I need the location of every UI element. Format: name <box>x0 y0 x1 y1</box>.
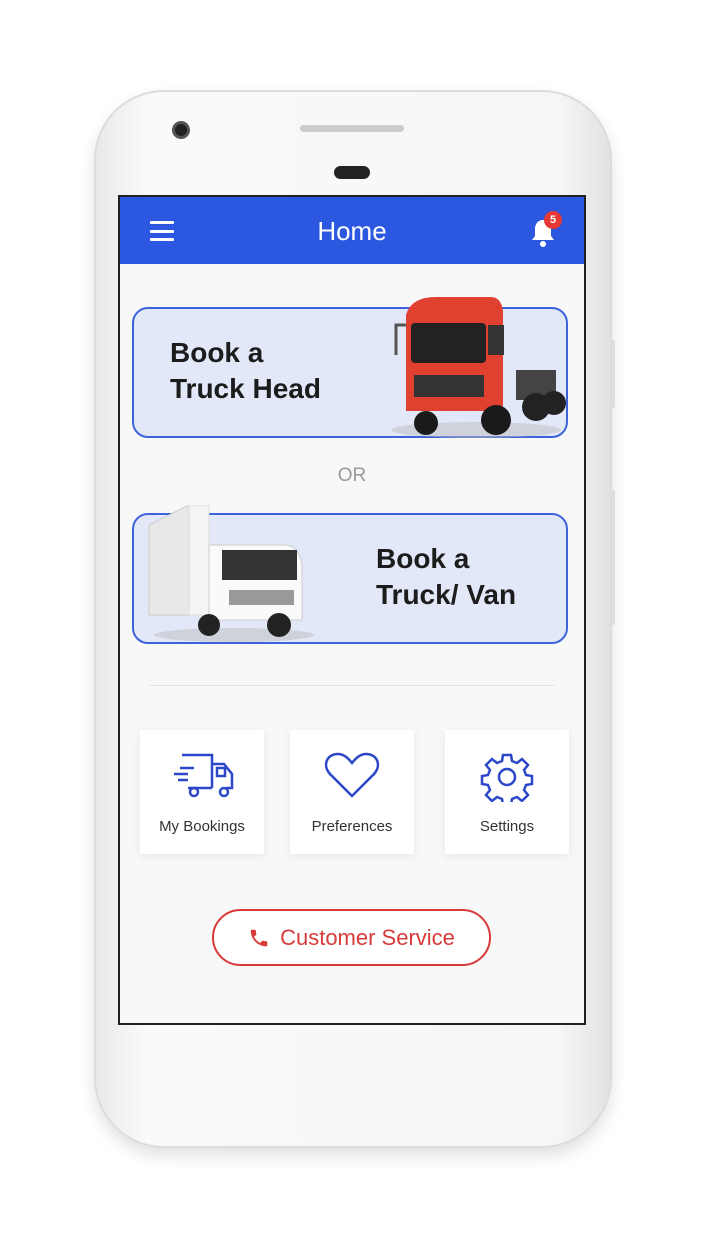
page-title: Home <box>317 216 387 246</box>
sensor <box>334 166 370 179</box>
app-screen: Home 5 Book a Truck Head OR Book aTruck/… <box>118 195 586 1025</box>
or-separator: OR <box>337 465 367 486</box>
top-app-bar: Home 5 <box>120 197 584 264</box>
phone-icon <box>250 929 268 946</box>
customer-service-label: Customer Service <box>280 924 455 950</box>
settings-tile[interactable]: Settings <box>445 730 569 854</box>
gear-icon <box>480 753 534 802</box>
divider <box>150 685 554 686</box>
card-title-line: Truck/ Van <box>376 579 517 610</box>
front-camera <box>172 121 190 139</box>
book-truck-head-card[interactable]: Book a Truck Head <box>132 297 568 438</box>
tile-label: Preferences <box>311 818 393 835</box>
preferences-tile[interactable]: Preferences <box>290 730 414 854</box>
heart-icon <box>324 752 380 798</box>
notification-badge: 5 <box>544 211 562 229</box>
tile-label: My Bookings <box>159 818 245 835</box>
customer-service-button[interactable]: Customer Service <box>212 909 491 966</box>
truck-head-image <box>391 297 566 438</box>
card-title-line: Book a <box>376 543 470 574</box>
card-title-line: Truck Head <box>170 373 321 404</box>
box-truck-image <box>148 505 314 642</box>
my-bookings-tile[interactable]: My Bookings <box>140 730 264 854</box>
card-title-line: Book a <box>170 337 264 368</box>
speaker-grille <box>300 125 404 132</box>
volume-button <box>610 340 615 408</box>
tile-label: Settings <box>479 818 535 835</box>
power-button <box>610 490 615 625</box>
delivery-truck-icon <box>174 753 234 798</box>
book-truck-van-card[interactable]: Book a Truck/ Van <box>132 505 568 644</box>
